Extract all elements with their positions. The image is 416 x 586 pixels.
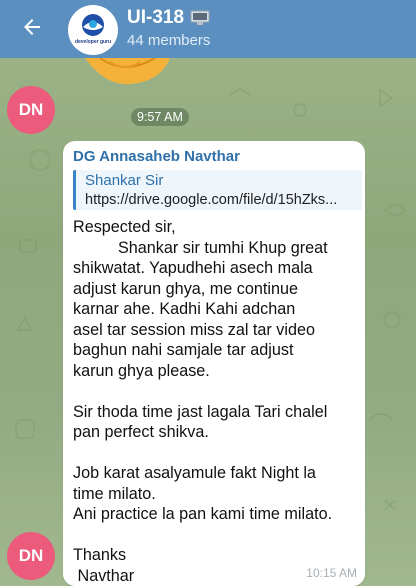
group-name: UI-318 — [127, 7, 185, 28]
message-line: asel tar session miss zal tar video — [73, 320, 316, 339]
sender-name[interactable]: DG Annasaheb Navthar — [73, 148, 240, 165]
message-line: karnar ahe. Kadhi Kahi adchan — [73, 300, 296, 318]
message-line: karun ghya please. — [73, 361, 210, 380]
reply-text: https://drive.google.com/file/d/15hZks..… — [85, 192, 338, 208]
message-text: Respected sir, Shankar sir tumhi Khup gr… — [73, 217, 363, 586]
message-line: adjust karun ghya, me continue — [73, 279, 298, 298]
computer-icon — [190, 10, 210, 25]
group-avatar[interactable]: developer guru — [68, 5, 118, 55]
message-line: Respected sir, — [73, 218, 176, 236]
chat-header: developer guru UI-318 44 members — [0, 0, 416, 58]
message-line: Sir thoda time jast lagala Tari chalel — [73, 402, 328, 421]
message-line: time milato. — [73, 484, 156, 503]
logo-text: developer guru — [74, 39, 112, 45]
avatar[interactable]: DN — [7, 86, 55, 134]
message-time: 9:57 AM — [131, 108, 189, 126]
back-arrow-icon[interactable] — [20, 15, 44, 39]
message-line: Job karat asalyamule fakt Night la — [73, 464, 316, 482]
avatar[interactable]: DN — [7, 532, 55, 580]
message-timestamp: 10:15 AM — [306, 566, 357, 580]
message-line: Ani practice la pan kami time milato. — [73, 505, 333, 523]
message-line: shikwatat. Yapudhehi asech mala — [73, 259, 313, 277]
group-title[interactable]: UI-318 — [127, 7, 210, 29]
avatar-initials: DN — [18, 546, 44, 565]
sticker-image — [85, 58, 170, 85]
avatar-initials: DN — [18, 100, 44, 119]
developer-guru-logo-icon — [82, 14, 104, 36]
reply-author: Shankar Sir — [85, 172, 164, 189]
message-bubble[interactable]: DG Annasaheb Navthar Shankar Sir https:/… — [63, 141, 365, 586]
message-line: Thanks — [73, 546, 127, 564]
message-line: Shankar sir tumhi Khup great — [73, 238, 328, 257]
message-line: pan perfect shikva. — [73, 423, 209, 441]
reply-preview[interactable]: Shankar Sir https://drive.google.com/fil… — [73, 170, 362, 210]
message-line: baghun nahi samjale tar adjust — [73, 341, 294, 359]
member-count: 44 members — [127, 32, 211, 49]
